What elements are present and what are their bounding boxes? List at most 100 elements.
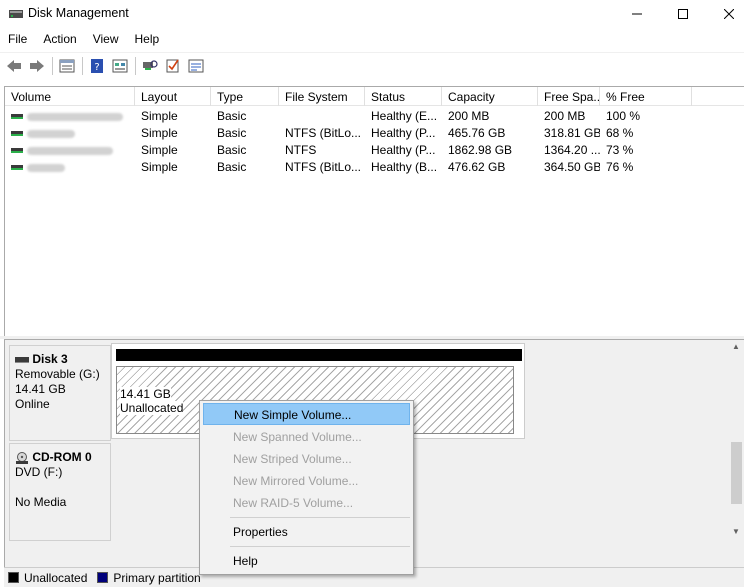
column-header-percent-free[interactable]: % Free [600, 87, 692, 106]
table-row[interactable]: Simple Basic NTFS (BitLo... Healthy (B..… [5, 158, 744, 175]
toolbar: ? [0, 52, 744, 78]
minimize-button[interactable] [614, 0, 660, 28]
column-header-free-space[interactable]: Free Spa... [538, 87, 600, 106]
disk-size [15, 480, 110, 495]
cell-layout: Simple [141, 126, 178, 140]
primary-partition-swatch [97, 572, 109, 583]
cell-type: Basic [217, 160, 247, 174]
table-row[interactable]: Simple Basic NTFS Healthy (P... 1862.98 … [5, 141, 744, 158]
cd-drive-icon [16, 451, 28, 464]
table-row[interactable]: Simple Basic NTFS (BitLo... Healthy (P..… [5, 124, 744, 141]
scroll-down-icon[interactable]: ▼ [732, 527, 740, 536]
scroll-up-icon[interactable]: ▲ [732, 342, 740, 351]
menu-file[interactable]: File [0, 30, 35, 50]
svg-text:?: ? [94, 62, 99, 73]
rescan-button[interactable] [140, 56, 160, 76]
drive-icon [11, 148, 23, 154]
cell-capacity: 1862.98 GB [448, 143, 513, 157]
toolbar-separator [82, 56, 83, 75]
menu-item-new-striped-volume[interactable]: New Striped Volume... [203, 447, 410, 469]
toolbar-separator [135, 56, 136, 75]
cell-capacity: 200 MB [448, 109, 490, 123]
menu-action[interactable]: Action [35, 30, 84, 50]
cell-file-system: NTFS [285, 143, 317, 157]
column-header-type[interactable]: Type [211, 87, 279, 106]
cell-type: Basic [217, 143, 247, 157]
menu-item-new-mirrored-volume[interactable]: New Mirrored Volume... [203, 469, 410, 491]
menu-view[interactable]: View [85, 30, 127, 50]
menu-item-properties[interactable]: Properties [203, 520, 410, 542]
settings-icon [188, 59, 204, 72]
cdrom-0-info[interactable]: CD-ROM 0 DVD (F:) No Media [9, 443, 111, 541]
cell-free-space: 318.81 GB [544, 126, 600, 140]
minimize-icon [632, 13, 642, 15]
cell-type: Basic [217, 109, 247, 123]
drive-icon [11, 131, 23, 137]
disk-list-icon [59, 59, 75, 72]
maximize-button[interactable] [660, 0, 706, 28]
column-header-capacity[interactable]: Capacity [442, 87, 538, 106]
context-menu: New Simple Volume... New Spanned Volume.… [199, 400, 414, 575]
menu-item-new-raid5-volume[interactable]: New RAID-5 Volume... [203, 491, 410, 513]
forward-icon [30, 59, 44, 72]
cell-percent-free: 73 % [606, 143, 634, 157]
cell-percent-free: 76 % [606, 160, 634, 174]
redacted-volume-name [27, 129, 75, 138]
cell-percent-free: 68 % [606, 126, 634, 140]
forward-button[interactable] [27, 56, 47, 76]
back-button[interactable] [4, 56, 24, 76]
scrollbar-thumb[interactable] [731, 442, 742, 504]
disk-list-button[interactable] [57, 56, 77, 76]
close-icon [724, 9, 734, 19]
cell-file-system: NTFS (BitLo... [285, 160, 362, 174]
column-header-layout[interactable]: Layout [135, 87, 211, 106]
menu-item-new-spanned-volume[interactable]: New Spanned Volume... [203, 425, 410, 447]
cell-layout: Simple [141, 143, 178, 157]
volume-list-header: Volume Layout Type File System Status Ca… [5, 87, 744, 106]
menu-item-new-simple-volume[interactable]: New Simple Volume... [203, 403, 410, 425]
disk-size: 14.41 GB [15, 382, 66, 396]
properties-icon [112, 59, 128, 72]
disk-management-window: Disk Management File Action View Help ? [0, 0, 744, 587]
close-button[interactable] [706, 0, 744, 28]
partition-label: Unallocated [120, 401, 184, 415]
back-icon [7, 59, 21, 72]
cell-layout: Simple [141, 160, 178, 174]
properties-button[interactable] [110, 56, 130, 76]
disk-3-info[interactable]: Disk 3 Removable (G:) 14.41 GB Online [9, 345, 111, 441]
cell-layout: Simple [141, 109, 178, 123]
settings-button[interactable] [186, 56, 206, 76]
redacted-volume-name [27, 146, 113, 155]
disk-map-scrollbar[interactable]: ▲ ▼ [729, 340, 744, 540]
menu-item-help[interactable]: Help [203, 549, 410, 571]
menu-separator [230, 546, 410, 547]
disk-status: Online [15, 397, 50, 411]
column-header-file-system[interactable]: File System [279, 87, 365, 106]
cell-percent-free: 100 % [606, 109, 641, 123]
disk-type: DVD (F:) [15, 465, 63, 479]
table-row[interactable]: Simple Basic Healthy (E... 200 MB 200 MB… [5, 107, 744, 124]
cell-status: Healthy (B... [371, 160, 438, 174]
disk-name: CD-ROM 0 [32, 450, 92, 464]
volume-name [5, 107, 135, 124]
cdrom-title: CD-ROM 0 [15, 450, 110, 465]
disk-management-icon [9, 10, 23, 18]
unallocated-color-bar [116, 349, 522, 361]
redacted-volume-name [27, 163, 65, 172]
cell-status: Healthy (E... [371, 109, 438, 123]
column-header-volume[interactable]: Volume [5, 87, 135, 106]
cell-file-system: NTFS (BitLo... [285, 126, 362, 140]
cell-free-space: 200 MB [544, 109, 586, 123]
volume-name [5, 158, 135, 175]
volume-list: Volume Layout Type File System Status Ca… [4, 86, 744, 336]
window-title: Disk Management [28, 6, 129, 20]
cell-free-space: 364.50 GB [544, 160, 600, 174]
unallocated-swatch [8, 572, 19, 583]
disk-name: Disk 3 [32, 352, 68, 366]
cell-file-system [279, 107, 365, 124]
menu-help[interactable]: Help [127, 30, 168, 50]
help-button[interactable]: ? [87, 56, 107, 76]
column-header-status[interactable]: Status [365, 87, 442, 106]
disk-3-title: Disk 3 [15, 352, 110, 367]
check-button[interactable] [163, 56, 183, 76]
